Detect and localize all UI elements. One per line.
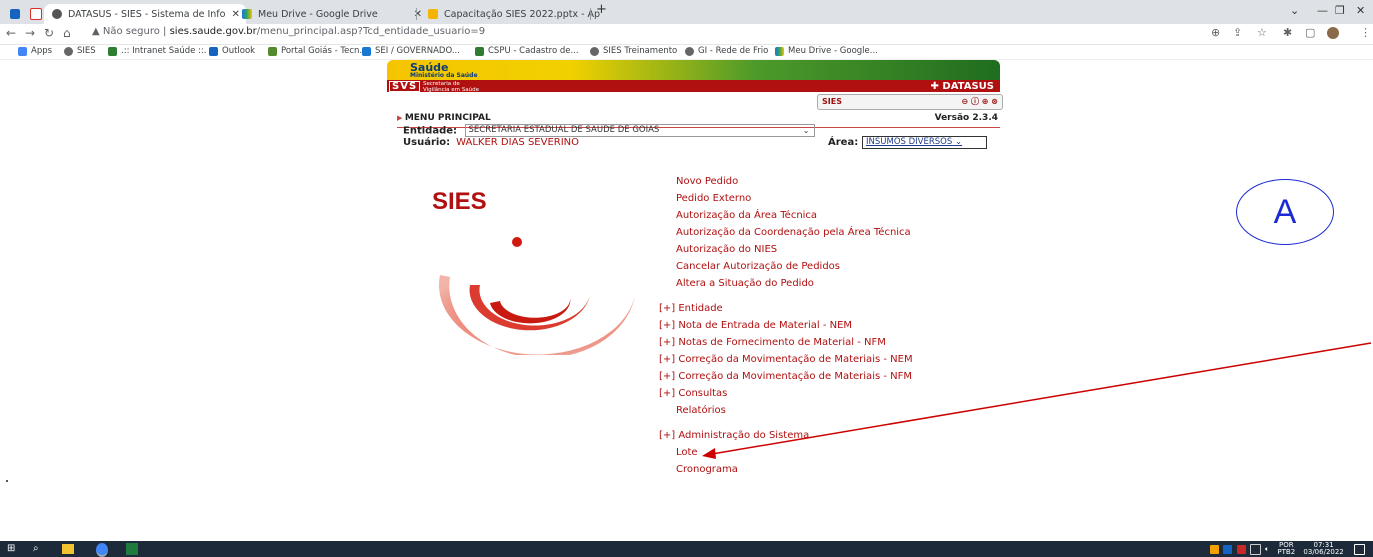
home-icon[interactable]: ⌂ (63, 26, 71, 40)
bookmark-portal-goias[interactable]: Portal Goiás - Tecn... (268, 46, 368, 56)
drive-icon (242, 9, 252, 19)
globe-icon (52, 9, 62, 19)
url-path: /menu_principal.asp?Tcd_entidade_usuario… (256, 26, 486, 37)
warning-icon: ▲ (92, 26, 103, 37)
outlook-icon (209, 46, 218, 56)
bookmark-meu-drive[interactable]: Meu Drive - Google... (775, 46, 878, 56)
side-panel-icon[interactable]: ▢ (1305, 26, 1315, 39)
bookmark-outlook[interactable]: Outlook (209, 46, 255, 56)
bookmark-apps[interactable]: Apps (18, 46, 52, 56)
tab-label: DATASUS - SIES - Sistema de Info (68, 8, 226, 20)
notifications-icon[interactable] (1354, 543, 1365, 555)
close-window-button[interactable]: ✕ (1356, 4, 1365, 17)
bookmarks-bar: Apps SIES .:: Intranet Saúde ::. Outlook… (0, 45, 1373, 60)
bookmark-sei[interactable]: SEI / GOVERNADO... (362, 46, 460, 56)
tab-separator (590, 8, 591, 20)
tab-label: Meu Drive - Google Drive (258, 8, 378, 20)
volume-icon[interactable]: 🔈︎ (1265, 545, 1269, 553)
page-dot (6, 480, 8, 482)
intranet-icon (108, 46, 117, 56)
outlook-pinned-tab[interactable] (6, 4, 28, 24)
language-indicator[interactable]: POR PTB2 (1277, 542, 1295, 556)
tab-google-drive[interactable]: Meu Drive - Google Drive ✕ (234, 4, 430, 24)
profile-avatar[interactable] (1327, 27, 1339, 39)
minimize-button[interactable]: — (1317, 4, 1328, 17)
globe-icon (64, 46, 73, 56)
excel-icon[interactable] (126, 543, 138, 555)
sheet-icon (475, 46, 484, 56)
back-icon[interactable]: ← (6, 26, 16, 40)
tab-datasus[interactable]: DATASUS - SIES - Sistema de Info ✕ (44, 4, 246, 24)
file-explorer-icon[interactable] (62, 544, 74, 554)
menu-kebab-icon[interactable]: ⋮ (1360, 26, 1371, 39)
system-tray: 🔈︎ POR PTB2 07:31 03/06/2022 (1210, 542, 1367, 556)
zoom-icon[interactable]: ⊕ (1211, 26, 1220, 39)
tab-separator (416, 8, 417, 20)
annotation-arrow (702, 342, 1372, 459)
address-bar[interactable]: ▲ Não seguro | sies.saude.gov.br/menu_pr… (92, 26, 485, 37)
maximize-button[interactable]: ❐ (1335, 4, 1345, 17)
extensions-icon[interactable]: ✱ (1283, 26, 1292, 39)
page-content: Saúde Ministério da Saúde SVS Secretaria… (0, 60, 1373, 541)
drive-icon (775, 46, 784, 56)
windows-start-icon[interactable]: ⊞ (7, 543, 15, 554)
tab-label: Capacitação SIES 2022.pptx - Ap (444, 8, 601, 20)
bookmark-intranet[interactable]: .:: Intranet Saúde ::. (108, 46, 206, 56)
apps-grid-icon (18, 46, 27, 56)
bookmark-sies[interactable]: SIES (64, 46, 96, 56)
reload-icon[interactable]: ↻ (44, 26, 54, 40)
windows-taskbar: ⊞ ⌕ 🔈︎ POR PTB2 07:31 03/06/2022 (0, 541, 1373, 557)
outlook-icon (10, 9, 20, 19)
tab-search-icon[interactable]: ⌄ (1290, 4, 1299, 17)
tab-capacitacao[interactable]: Capacitação SIES 2022.pptx - Ap ✕ (420, 4, 604, 24)
chrome-icon[interactable] (96, 543, 108, 557)
globe-icon (590, 46, 599, 56)
tray-outlook-icon[interactable] (1223, 544, 1233, 554)
tray-app-icon[interactable] (1210, 544, 1220, 554)
browser-tab-strip: DATASUS - SIES - Sistema de Info ✕ Meu D… (0, 0, 1373, 24)
browser-toolbar: ← → ↻ ⌂ ▲ Não seguro | sies.saude.gov.br… (0, 24, 1373, 45)
bookmark-rede-frio[interactable]: GI - Rede de Frio (685, 46, 768, 56)
forward-icon[interactable]: → (25, 26, 35, 40)
search-icon[interactable]: ⌕ (33, 543, 39, 554)
tray-mail-icon[interactable] (1236, 544, 1246, 554)
bookmark-sies-treinamento[interactable]: SIES Treinamento (590, 46, 677, 56)
network-icon[interactable] (1249, 543, 1261, 555)
sei-icon (362, 46, 371, 56)
portal-icon (268, 46, 277, 56)
clock[interactable]: 07:31 03/06/2022 (1303, 542, 1343, 556)
url-host: sies.saude.gov.br (169, 26, 257, 37)
new-tab-button[interactable]: + (596, 2, 607, 17)
slides-icon (428, 9, 438, 19)
bookmark-star-icon[interactable]: ☆ (1257, 26, 1267, 39)
share-icon[interactable]: ⇪ (1233, 26, 1242, 39)
bookmark-cspu[interactable]: CSPU - Cadastro de... (475, 46, 579, 56)
security-status: Não seguro (102, 26, 160, 37)
gmail-icon (30, 8, 42, 20)
globe-icon (685, 46, 694, 56)
